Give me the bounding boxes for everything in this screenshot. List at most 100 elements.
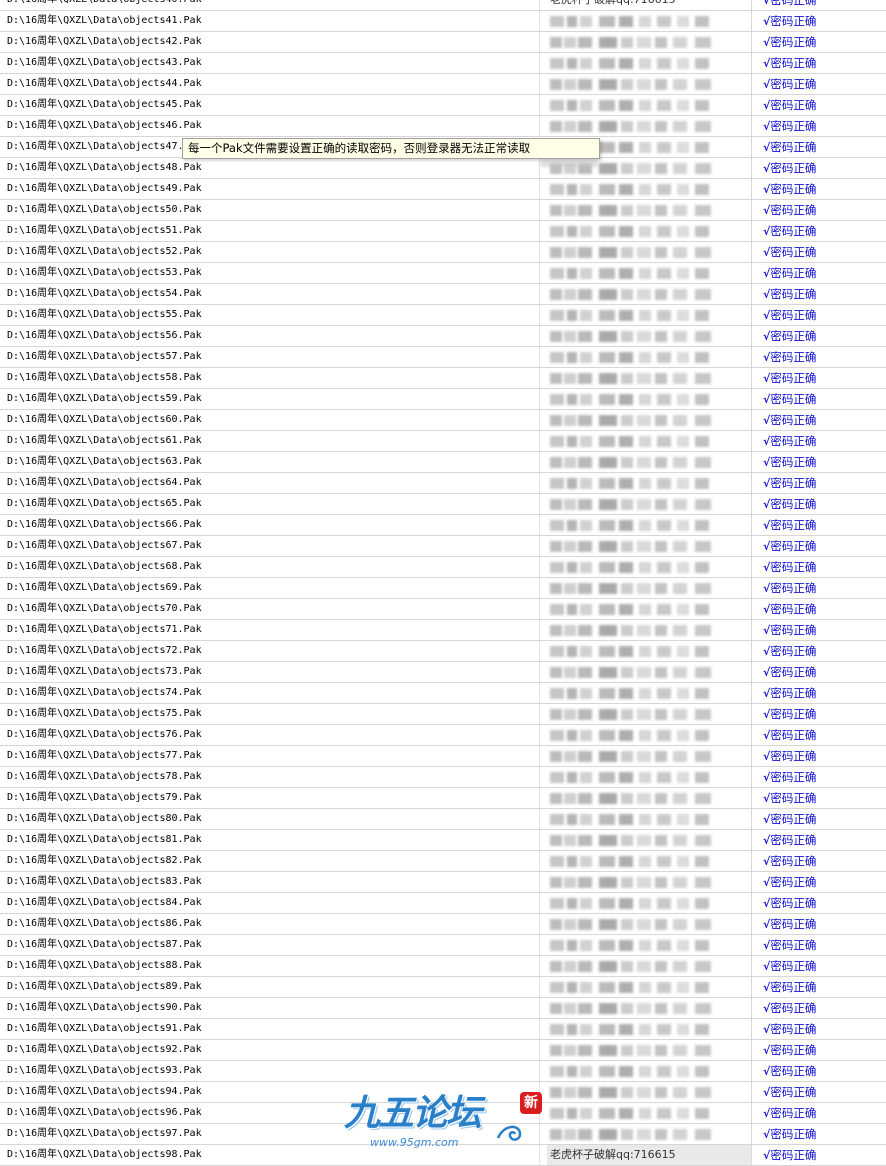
table-row[interactable]: D:\16周年\QXZL\Data\objects66.Pak √密码正确 xyxy=(0,515,886,536)
status-cell: √密码正确 xyxy=(757,536,886,556)
status-label: 密码正确 xyxy=(770,665,817,679)
status-label: 密码正确 xyxy=(770,686,817,700)
status-label: 密码正确 xyxy=(770,434,817,448)
table-row[interactable]: D:\16周年\QXZL\Data\objects69.Pak √密码正确 xyxy=(0,578,886,599)
table-row[interactable]: D:\16周年\QXZL\Data\objects51.Pak √密码正确 xyxy=(0,221,886,242)
file-path-cell: D:\16周年\QXZL\Data\objects76.Pak xyxy=(0,725,540,745)
table-row[interactable]: D:\16周年\QXZL\Data\objects89.Pak √密码正确 xyxy=(0,977,886,998)
status-cell: √密码正确 xyxy=(757,305,886,325)
password-cell xyxy=(547,515,752,535)
file-path-cell: D:\16周年\QXZL\Data\objects55.Pak xyxy=(0,305,540,325)
table-row[interactable]: D:\16周年\QXZL\Data\objects92.Pak √密码正确 xyxy=(0,1040,886,1061)
table-row[interactable]: D:\16周年\QXZL\Data\objects64.Pak √密码正确 xyxy=(0,473,886,494)
status-label: 密码正确 xyxy=(770,644,817,658)
password-cell xyxy=(547,389,752,409)
table-row[interactable]: D:\16周年\QXZL\Data\objects52.Pak √密码正确 xyxy=(0,242,886,263)
file-path-cell: D:\16周年\QXZL\Data\objects71.Pak xyxy=(0,620,540,640)
table-row[interactable]: D:\16周年\QXZL\Data\objects71.Pak √密码正确 xyxy=(0,620,886,641)
table-row[interactable]: D:\16周年\QXZL\Data\objects46.Pak √密码正确 xyxy=(0,116,886,137)
password-cell xyxy=(547,536,752,556)
table-row[interactable]: D:\16周年\QXZL\Data\objects68.Pak √密码正确 xyxy=(0,557,886,578)
table-row[interactable]: D:\16周年\QXZL\Data\objects43.Pak √密码正确 xyxy=(0,53,886,74)
table-row[interactable]: D:\16周年\QXZL\Data\objects45.Pak √密码正确 xyxy=(0,95,886,116)
status-label: 密码正确 xyxy=(770,707,817,721)
file-path-cell: D:\16周年\QXZL\Data\objects73.Pak xyxy=(0,662,540,682)
table-row[interactable]: D:\16周年\QXZL\Data\objects80.Pak √密码正确 xyxy=(0,809,886,830)
status-cell: √密码正确 xyxy=(757,788,886,808)
table-row[interactable]: D:\16周年\QXZL\Data\objects81.Pak √密码正确 xyxy=(0,830,886,851)
status-label: 密码正确 xyxy=(770,98,817,112)
table-row[interactable]: D:\16周年\QXZL\Data\objects75.Pak √密码正确 xyxy=(0,704,886,725)
status-label: 密码正确 xyxy=(770,623,817,637)
table-row[interactable]: D:\16周年\QXZL\Data\objects50.Pak √密码正确 xyxy=(0,200,886,221)
status-cell: √密码正确 xyxy=(757,179,886,199)
table-row[interactable]: D:\16周年\QXZL\Data\objects77.Pak √密码正确 xyxy=(0,746,886,767)
status-cell: √密码正确 xyxy=(757,809,886,829)
table-row[interactable]: D:\16周年\QXZL\Data\objects93.Pak √密码正确 xyxy=(0,1061,886,1082)
table-row[interactable]: D:\16周年\QXZL\Data\objects57.Pak √密码正确 xyxy=(0,347,886,368)
password-cell xyxy=(547,1082,752,1102)
status-cell: √密码正确 xyxy=(757,32,886,52)
status-label: 密码正确 xyxy=(770,1022,817,1036)
status-cell: √密码正确 xyxy=(757,242,886,262)
status-cell: √密码正确 xyxy=(757,620,886,640)
table-row[interactable]: D:\16周年\QXZL\Data\objects60.Pak √密码正确 xyxy=(0,410,886,431)
table-row[interactable]: D:\16周年\QXZL\Data\objects84.Pak √密码正确 xyxy=(0,893,886,914)
table-row[interactable]: D:\16周年\QXZL\Data\objects72.Pak √密码正确 xyxy=(0,641,886,662)
status-cell: √密码正确 xyxy=(757,704,886,724)
status-label: 密码正确 xyxy=(770,413,817,427)
table-row[interactable]: D:\16周年\QXZL\Data\objects65.Pak √密码正确 xyxy=(0,494,886,515)
table-row[interactable]: D:\16周年\QXZL\Data\objects78.Pak √密码正确 xyxy=(0,767,886,788)
status-cell: √密码正确 xyxy=(757,1019,886,1039)
table-row[interactable]: D:\16周年\QXZL\Data\objects79.Pak √密码正确 xyxy=(0,788,886,809)
password-cell xyxy=(547,263,752,283)
file-path-cell: D:\16周年\QXZL\Data\objects87.Pak xyxy=(0,935,540,955)
status-cell: √密码正确 xyxy=(757,662,886,682)
status-cell: √密码正确 xyxy=(757,389,886,409)
table-row[interactable]: D:\16周年\QXZL\Data\objects42.Pak √密码正确 xyxy=(0,32,886,53)
password-cell xyxy=(547,683,752,703)
table-row[interactable]: D:\16周年\QXZL\Data\objects86.Pak √密码正确 xyxy=(0,914,886,935)
password-cell xyxy=(547,179,752,199)
table-row[interactable]: D:\16周年\QXZL\Data\objects88.Pak √密码正确 xyxy=(0,956,886,977)
status-label: 密码正确 xyxy=(770,581,817,595)
password-cell xyxy=(547,32,752,52)
table-row[interactable]: D:\16周年\QXZL\Data\objects59.Pak √密码正确 xyxy=(0,389,886,410)
table-row[interactable]: D:\16周年\QXZL\Data\objects53.Pak √密码正确 xyxy=(0,263,886,284)
table-row[interactable]: D:\16周年\QXZL\Data\objects90.Pak √密码正确 xyxy=(0,998,886,1019)
table-row[interactable]: D:\16周年\QXZL\Data\objects41.Pak √密码正确 xyxy=(0,11,886,32)
table-row[interactable]: D:\16周年\QXZL\Data\objects63.Pak √密码正确 xyxy=(0,452,886,473)
table-row[interactable]: D:\16周年\QXZL\Data\objects58.Pak √密码正确 xyxy=(0,368,886,389)
table-row[interactable]: D:\16周年\QXZL\Data\objects56.Pak √密码正确 xyxy=(0,326,886,347)
table-row[interactable]: D:\16周年\QXZL\Data\objects87.Pak √密码正确 xyxy=(0,935,886,956)
password-cell xyxy=(547,893,752,913)
table-row[interactable]: D:\16周年\QXZL\Data\objects40.Pak 老虎杯子破解qq:… xyxy=(0,0,886,11)
password-cell xyxy=(547,95,752,115)
table-row[interactable]: D:\16周年\QXZL\Data\objects91.Pak √密码正确 xyxy=(0,1019,886,1040)
password-cell xyxy=(547,872,752,892)
status-label: 密码正确 xyxy=(770,854,817,868)
table-row[interactable]: D:\16周年\QXZL\Data\objects55.Pak √密码正确 xyxy=(0,305,886,326)
file-path-cell: D:\16周年\QXZL\Data\objects42.Pak xyxy=(0,32,540,52)
table-row[interactable]: D:\16周年\QXZL\Data\objects67.Pak √密码正确 xyxy=(0,536,886,557)
table-row[interactable]: D:\16周年\QXZL\Data\objects83.Pak √密码正确 xyxy=(0,872,886,893)
status-cell: √密码正确 xyxy=(757,998,886,1018)
file-path-cell: D:\16周年\QXZL\Data\objects61.Pak xyxy=(0,431,540,451)
file-path-cell: D:\16周年\QXZL\Data\objects82.Pak xyxy=(0,851,540,871)
table-row[interactable]: D:\16周年\QXZL\Data\objects82.Pak √密码正确 xyxy=(0,851,886,872)
table-row[interactable]: D:\16周年\QXZL\Data\objects61.Pak √密码正确 xyxy=(0,431,886,452)
table-row[interactable]: D:\16周年\QXZL\Data\objects44.Pak √密码正确 xyxy=(0,74,886,95)
password-cell xyxy=(547,305,752,325)
password-cell xyxy=(547,956,752,976)
file-path-cell: D:\16周年\QXZL\Data\objects48.Pak xyxy=(0,158,540,178)
table-row[interactable]: D:\16周年\QXZL\Data\objects76.Pak √密码正确 xyxy=(0,725,886,746)
table-row[interactable]: D:\16周年\QXZL\Data\objects73.Pak √密码正确 xyxy=(0,662,886,683)
file-path-cell: D:\16周年\QXZL\Data\objects65.Pak xyxy=(0,494,540,514)
status-cell: √密码正确 xyxy=(757,599,886,619)
table-row[interactable]: D:\16周年\QXZL\Data\objects54.Pak √密码正确 xyxy=(0,284,886,305)
table-row[interactable]: D:\16周年\QXZL\Data\objects48.Pak √密码正确 xyxy=(0,158,886,179)
table-row[interactable]: D:\16周年\QXZL\Data\objects49.Pak √密码正确 xyxy=(0,179,886,200)
table-row[interactable]: D:\16周年\QXZL\Data\objects70.Pak √密码正确 xyxy=(0,599,886,620)
status-label: 密码正确 xyxy=(770,203,817,217)
table-row[interactable]: D:\16周年\QXZL\Data\objects74.Pak √密码正确 xyxy=(0,683,886,704)
